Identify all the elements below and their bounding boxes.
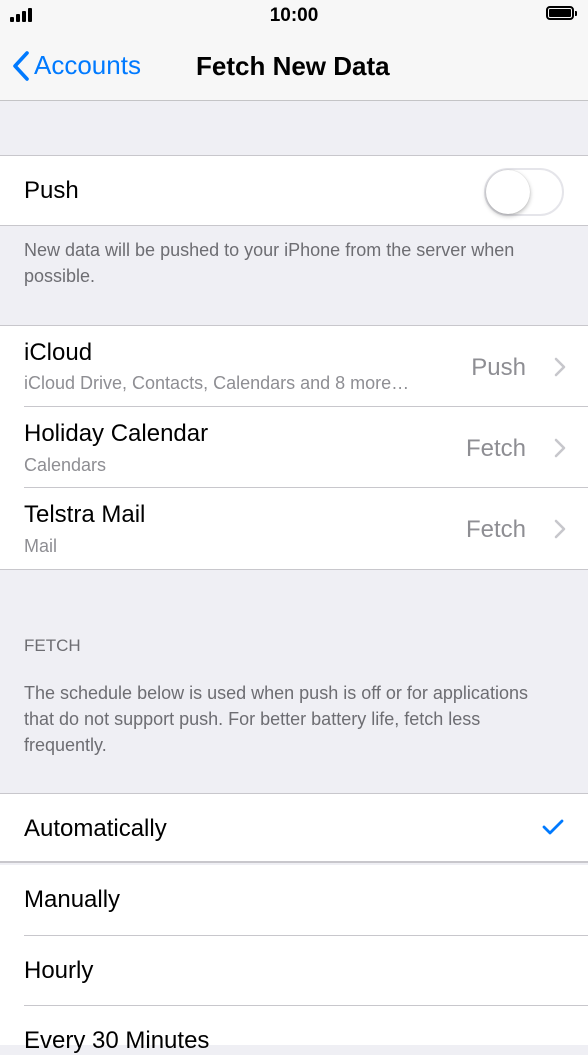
fetch-option-every-30-minutes[interactable]: Every 30 Minutes: [0, 1006, 588, 1054]
push-toggle[interactable]: [484, 168, 564, 216]
account-name: Telstra Mail: [24, 501, 146, 528]
chevron-left-icon: [13, 50, 29, 81]
back-button[interactable]: Accounts: [12, 50, 141, 81]
push-row: Push: [0, 155, 588, 226]
account-name: iCloud: [24, 339, 93, 366]
account-row-icloud[interactable]: iCloud iCloud Drive, Contacts, Calendars…: [0, 325, 588, 407]
navigation-bar: Accounts Fetch New Data: [0, 34, 588, 101]
account-fetch-value: Push: [471, 354, 526, 381]
account-fetch-value: Fetch: [465, 516, 526, 543]
account-detail: iCloud Drive, Contacts, Calendars and 8 …: [24, 373, 410, 393]
fetch-option-label: Manually: [24, 886, 121, 913]
toggle-knob: [486, 170, 530, 214]
account-row-telstra-mail[interactable]: Telstra Mail Mail Fetch: [0, 488, 588, 570]
status-time: 10:00: [269, 5, 319, 26]
fetch-option-manually[interactable]: Manually: [0, 865, 588, 936]
account-detail: Calendars: [24, 455, 107, 475]
fetch-section-header: FETCH: [24, 636, 81, 655]
back-button-label: Accounts: [34, 50, 141, 80]
account-detail: Mail: [24, 536, 58, 556]
push-footer: New data will be pushed to your iPhone f…: [24, 240, 515, 286]
battery-icon: [546, 6, 577, 20]
chevron-right-icon: [554, 519, 566, 539]
checkmark-icon: [542, 819, 564, 835]
account-name: Holiday Calendar: [24, 420, 209, 447]
fetch-option-label: Hourly: [24, 957, 94, 984]
fetch-option-hourly[interactable]: Hourly: [0, 936, 588, 1006]
fetch-description: The schedule below is used when push is …: [24, 683, 528, 755]
status-bar: 10:00: [0, 0, 588, 34]
account-fetch-value: Fetch: [465, 435, 526, 462]
fetch-option-label: Every 30 Minutes: [24, 1027, 210, 1054]
chevron-right-icon: [554, 438, 566, 458]
chevron-right-icon: [554, 357, 566, 377]
fetch-option-label: Automatically: [24, 815, 167, 842]
page-title: Fetch New Data: [196, 51, 390, 81]
fetch-option-automatically[interactable]: Automatically: [0, 793, 588, 863]
account-row-holiday-calendar[interactable]: Holiday Calendar Calendars Fetch: [0, 407, 588, 488]
push-label: Push: [24, 177, 79, 204]
